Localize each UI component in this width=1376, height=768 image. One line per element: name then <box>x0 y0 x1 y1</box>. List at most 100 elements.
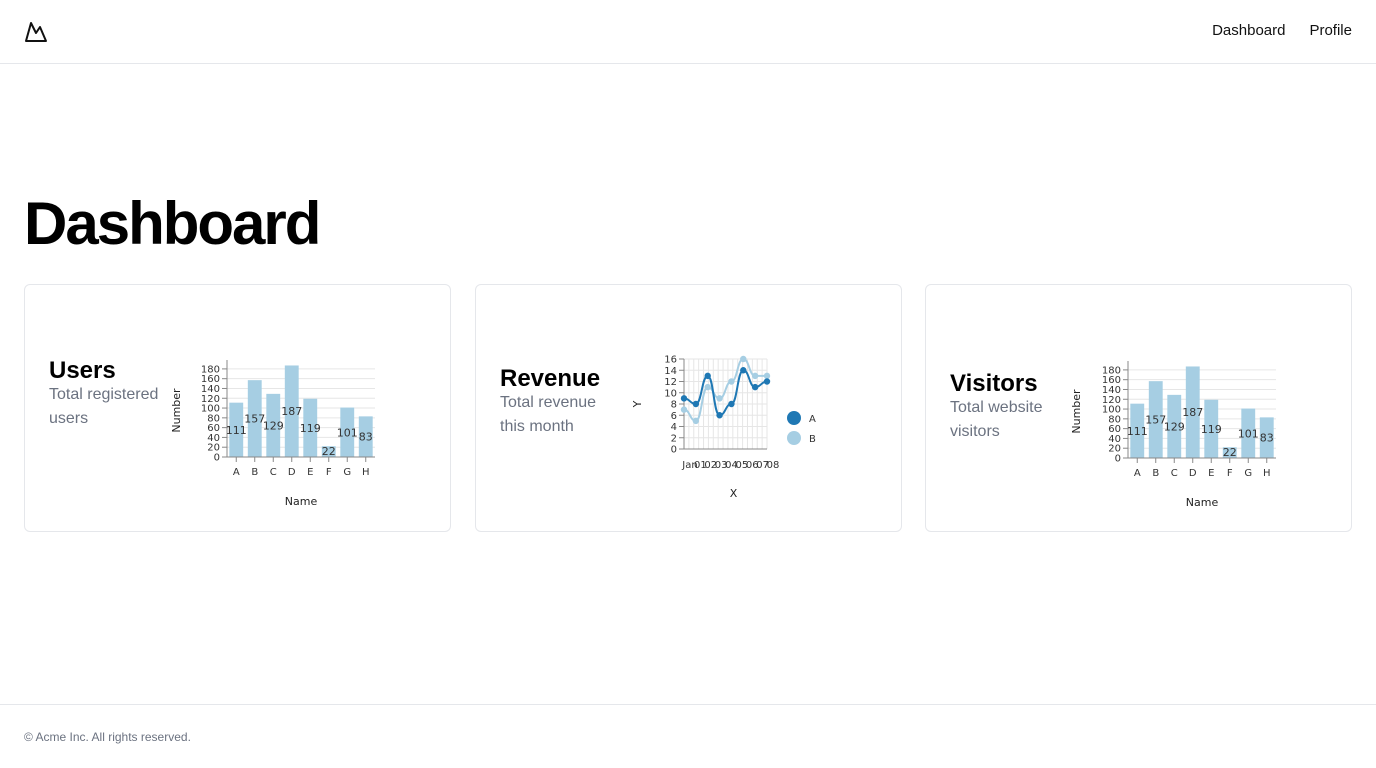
data-point <box>763 378 771 385</box>
data-label: 83 <box>1260 432 1274 445</box>
y-tick-label: 60 <box>207 423 220 434</box>
x-tick-label: G <box>343 467 351 478</box>
data-label: 129 <box>1164 420 1185 433</box>
y-tick-label: 100 <box>201 404 220 415</box>
data-point <box>751 383 759 391</box>
y-tick-label: 40 <box>1108 434 1121 445</box>
data-label: 119 <box>1201 423 1222 436</box>
data-point <box>680 406 688 413</box>
mountain-icon[interactable] <box>24 20 48 44</box>
copyright-text: © Acme Inc. All rights reserved. <box>24 730 191 744</box>
y-tick-label: 16 <box>664 355 677 366</box>
y-tick-label: 8 <box>671 400 677 411</box>
data-label: 101 <box>1238 427 1259 440</box>
x-tick-label: B <box>251 467 258 478</box>
x-tick-label: H <box>1263 468 1271 479</box>
y-tick-label: 20 <box>1108 444 1121 455</box>
top-navbar: Dashboard Profile <box>0 0 1376 64</box>
nav-dashboard-link[interactable]: Dashboard <box>1212 22 1285 39</box>
y-tick-label: 2 <box>671 433 677 444</box>
data-point <box>716 395 723 402</box>
y-tick-label: 14 <box>664 366 677 377</box>
users-card: Users Total registered users 0 20 40 60 80 10… <box>24 284 451 532</box>
data-label: 119 <box>300 422 321 435</box>
y-tick-label: 0 <box>1115 454 1121 465</box>
data-label: 187 <box>1182 406 1203 419</box>
data-point <box>692 400 700 408</box>
y-tick-label: 140 <box>1102 385 1121 396</box>
main-nav: Dashboard Profile <box>1212 22 1352 39</box>
y-axis-title: Number <box>170 388 183 433</box>
legend-label: A <box>809 414 816 425</box>
data-point <box>704 383 711 391</box>
data-label: 22 <box>1223 446 1237 459</box>
y-tick-label: 180 <box>1102 365 1121 376</box>
data-label: 101 <box>337 426 358 439</box>
y-tick-label: 100 <box>1102 405 1121 416</box>
y-tick-label: 6 <box>671 411 677 422</box>
x-tick-label: A <box>1134 468 1141 479</box>
data-point <box>680 395 688 402</box>
data-label: 83 <box>359 431 373 444</box>
legend-swatch <box>787 431 801 445</box>
x-tick-label: H <box>362 467 370 478</box>
nav-profile-link[interactable]: Profile <box>1309 22 1352 39</box>
x-axis-title: X <box>730 487 738 500</box>
x-tick-label: G <box>1244 468 1252 479</box>
x-tick-label: D <box>288 467 296 478</box>
x-tick-label: E <box>1208 468 1214 479</box>
y-tick-label: 60 <box>1108 424 1121 435</box>
visitors-bar-chart: 020406080100120140160180A111B157C129D187… <box>1070 361 1276 509</box>
y-tick-label: 0 <box>214 453 220 464</box>
x-tick-label: F <box>326 467 332 478</box>
users-bar-chart: 020406080100120140160180A111B157C129D187… <box>170 360 375 508</box>
x-tick-label: C <box>270 467 277 478</box>
y-tick-label: 160 <box>201 374 220 385</box>
y-tick-label: 140 <box>201 384 220 395</box>
data-label: 111 <box>1127 425 1148 438</box>
data-point <box>763 372 771 380</box>
x-tick-label: B <box>1152 468 1159 479</box>
y-tick-label: 0 <box>671 445 677 456</box>
visitors-card: Visitors Total website visitors 0 20 40 60 8… <box>925 284 1352 532</box>
y-tick-label: 180 <box>201 364 220 375</box>
data-label: 187 <box>281 405 302 418</box>
revenue-line-chart: 0246810121416Jan0102030405060708XYAB <box>631 355 816 501</box>
x-tick-label: A <box>233 467 240 478</box>
y-tick-label: 80 <box>207 413 220 424</box>
x-axis-title: Name <box>1186 496 1219 509</box>
data-point <box>716 412 723 419</box>
data-point <box>704 372 711 380</box>
legend-label: B <box>809 434 816 445</box>
data-point <box>740 355 747 363</box>
y-tick-label: 40 <box>207 433 220 444</box>
y-tick-label: 4 <box>671 422 677 433</box>
y-axis-title: Number <box>1070 389 1083 434</box>
data-label: 111 <box>226 424 247 437</box>
x-tick-label: F <box>1227 468 1233 479</box>
y-tick-label: 160 <box>1102 375 1121 386</box>
data-point <box>740 367 747 374</box>
y-tick-label: 20 <box>207 443 220 454</box>
data-point <box>751 372 759 380</box>
footer: © Acme Inc. All rights reserved. <box>0 704 1376 768</box>
y-tick-label: 120 <box>201 394 220 405</box>
legend-swatch <box>787 411 801 425</box>
data-point <box>728 400 735 408</box>
data-point <box>728 378 735 385</box>
y-axis-title: Y <box>631 400 644 408</box>
x-tick-label: D <box>1189 468 1197 479</box>
revenue-card: Revenue Total revenue this month 0 2 4 6 8 10… <box>475 284 902 532</box>
data-label: 129 <box>263 419 284 432</box>
x-tick-label: C <box>1171 468 1178 479</box>
y-tick-label: 12 <box>664 377 677 388</box>
y-tick-label: 120 <box>1102 395 1121 406</box>
y-tick-label: 10 <box>664 388 677 399</box>
data-label: 22 <box>322 445 336 458</box>
data-point <box>692 417 700 425</box>
y-tick-label: 80 <box>1108 414 1121 425</box>
page-title: Dashboard <box>24 190 321 257</box>
x-axis-title: Name <box>285 495 318 508</box>
x-tick-label: E <box>307 467 313 478</box>
x-tick-label: 08 <box>767 460 780 471</box>
